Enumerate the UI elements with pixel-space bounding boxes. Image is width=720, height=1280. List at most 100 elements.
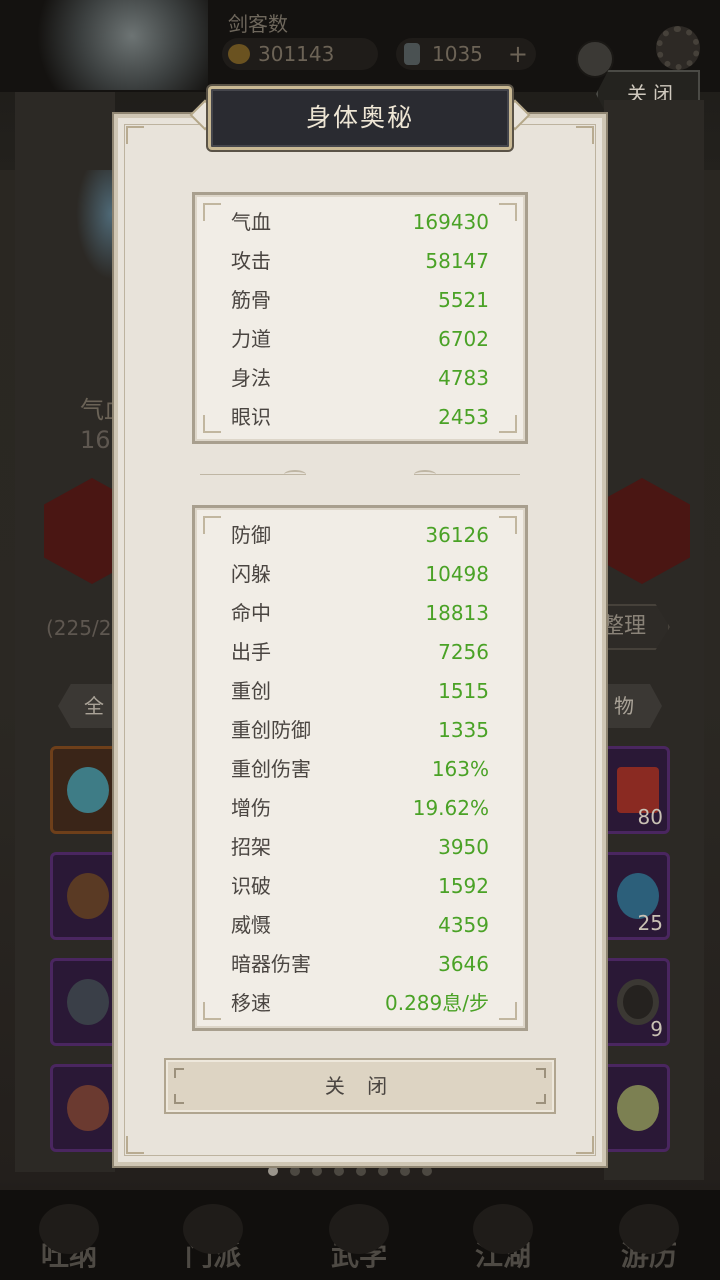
stat-value: 169430 — [412, 210, 489, 234]
box-corner — [203, 203, 221, 221]
inventory-slot[interactable]: 25 — [600, 852, 670, 940]
nav-wuxue[interactable]: 武学 — [304, 1200, 414, 1280]
stat-label: 威慑 — [231, 913, 271, 937]
basic-stats-box: 气血 169430 攻击 58147 筋骨 5521 力道 6702 身法 4783 眼识… — [192, 192, 528, 444]
button-corner — [174, 1094, 184, 1104]
box-corner — [499, 203, 517, 221]
button-corner — [536, 1068, 546, 1078]
box-corner — [499, 1002, 517, 1020]
button-corner — [536, 1094, 546, 1104]
inventory-slot[interactable]: 9 — [600, 958, 670, 1046]
stat-label: 眼识 — [231, 405, 271, 429]
stat-value: 1335 — [438, 718, 489, 742]
stat-row-see-through: 识破 1592 — [231, 871, 489, 901]
stat-label: 命中 — [231, 601, 271, 625]
stat-label: 重创伤害 — [231, 757, 311, 781]
stat-row-critical: 重创 1515 — [231, 676, 489, 706]
close-button[interactable]: 关 闭 — [164, 1058, 556, 1114]
stat-value: 2453 — [438, 405, 489, 429]
stat-label: 出手 — [231, 640, 271, 664]
divider-ornament-icon — [414, 470, 436, 479]
stat-row-hp: 气血 169430 — [231, 207, 489, 237]
scroll-icon — [67, 873, 109, 919]
inventory-slot[interactable] — [50, 1064, 120, 1152]
inventory-slot[interactable] — [600, 1064, 670, 1152]
stat-row-intimidation: 威慑 4359 — [231, 910, 489, 940]
avatar[interactable] — [18, 0, 208, 90]
stat-label: 增伤 — [231, 796, 271, 820]
inventory-slot[interactable] — [50, 852, 120, 940]
jade-stone-icon — [67, 767, 109, 813]
stat-row-attack: 攻击 58147 — [231, 246, 489, 276]
frame-corner — [576, 126, 594, 144]
stat-label: 闪躲 — [231, 562, 271, 586]
stat-label: 攻击 — [231, 249, 271, 273]
page-indicator — [268, 1166, 432, 1178]
tab-items[interactable]: 物 — [602, 684, 662, 728]
dialog-title: 身体奥秘 — [305, 103, 414, 132]
herb-icon — [67, 1085, 109, 1131]
stat-label: 招架 — [231, 835, 271, 859]
slot-count: 25 — [637, 911, 663, 935]
gold-counter: 301143 — [222, 38, 378, 70]
stat-label: 识破 — [231, 874, 271, 898]
stat-value: 36126 — [425, 523, 489, 547]
stat-value: 19.62% — [412, 796, 489, 820]
button-corner — [174, 1068, 184, 1078]
box-corner — [203, 516, 221, 534]
stat-row-dodge: 闪躲 10498 — [231, 559, 489, 589]
tab-all[interactable]: 全 — [58, 684, 122, 728]
stat-value: 4359 — [438, 913, 489, 937]
stat-value: 58147 — [425, 249, 489, 273]
stat-row-critical-damage: 重创伤害 163% — [231, 754, 489, 784]
frame-corner — [576, 1136, 594, 1154]
stat-row-critical-defense: 重创防御 1335 — [231, 715, 489, 745]
stat-value: 1515 — [438, 679, 489, 703]
stat-row-defense: 防御 36126 — [231, 520, 489, 550]
stat-row-strength: 力道 6702 — [231, 324, 489, 354]
stat-value: 0.289息/步 — [385, 991, 489, 1015]
stat-label: 防御 — [231, 523, 271, 547]
stat-value: 3950 — [438, 835, 489, 859]
stat-row-move-speed: 移速 0.289息/步 — [231, 988, 489, 1018]
section-divider — [200, 470, 520, 480]
stat-value: 163% — [431, 757, 489, 781]
jade-value: 1035 — [432, 42, 483, 66]
nav-tuna[interactable]: 吐纳 — [14, 1200, 124, 1280]
nav-menpai[interactable]: 门派 — [158, 1200, 268, 1280]
slot-count: 80 — [637, 805, 663, 829]
stat-label: 重创 — [231, 679, 271, 703]
stat-value: 18813 — [425, 601, 489, 625]
box-corner — [499, 415, 517, 433]
add-jade-icon[interactable]: + — [508, 38, 528, 70]
frame-corner — [126, 1136, 144, 1154]
advanced-stats-box: 防御 36126 闪躲 10498 命中 18813 出手 7256 重创 1515 重创… — [192, 505, 528, 1031]
nav-jianghu[interactable]: 江湖 — [448, 1200, 558, 1280]
stat-row-hit: 命中 18813 — [231, 598, 489, 628]
inventory-slot[interactable] — [50, 958, 120, 1046]
jade-icon — [404, 43, 420, 65]
stat-row-constitution: 筋骨 5521 — [231, 285, 489, 315]
stat-row-insight: 眼识 2453 — [231, 402, 489, 432]
box-corner — [203, 415, 221, 433]
player-name: 剑客数 — [228, 12, 288, 36]
frame-corner — [126, 126, 144, 144]
stat-value: 1592 — [438, 874, 489, 898]
stat-value: 7256 — [438, 640, 489, 664]
stat-label: 身法 — [231, 366, 271, 390]
inventory-slot[interactable] — [50, 746, 120, 834]
gold-value: 301143 — [258, 42, 335, 66]
stat-row-parry: 招架 3950 — [231, 832, 489, 862]
stat-value: 4783 — [438, 366, 489, 390]
stat-label: 暗器伤害 — [231, 952, 311, 976]
stat-label: 重创防御 — [231, 718, 311, 742]
inventory-slot[interactable]: 80 — [600, 746, 670, 834]
divider-ornament-icon — [284, 470, 306, 479]
stat-label: 筋骨 — [231, 288, 271, 312]
close-button-label: 关 闭 — [324, 1074, 396, 1098]
nav-youli[interactable]: 游历 — [594, 1200, 704, 1280]
crystal-icon — [67, 979, 109, 1025]
gear-icon[interactable] — [656, 26, 700, 70]
stat-label: 力道 — [231, 327, 271, 351]
stat-value: 5521 — [438, 288, 489, 312]
